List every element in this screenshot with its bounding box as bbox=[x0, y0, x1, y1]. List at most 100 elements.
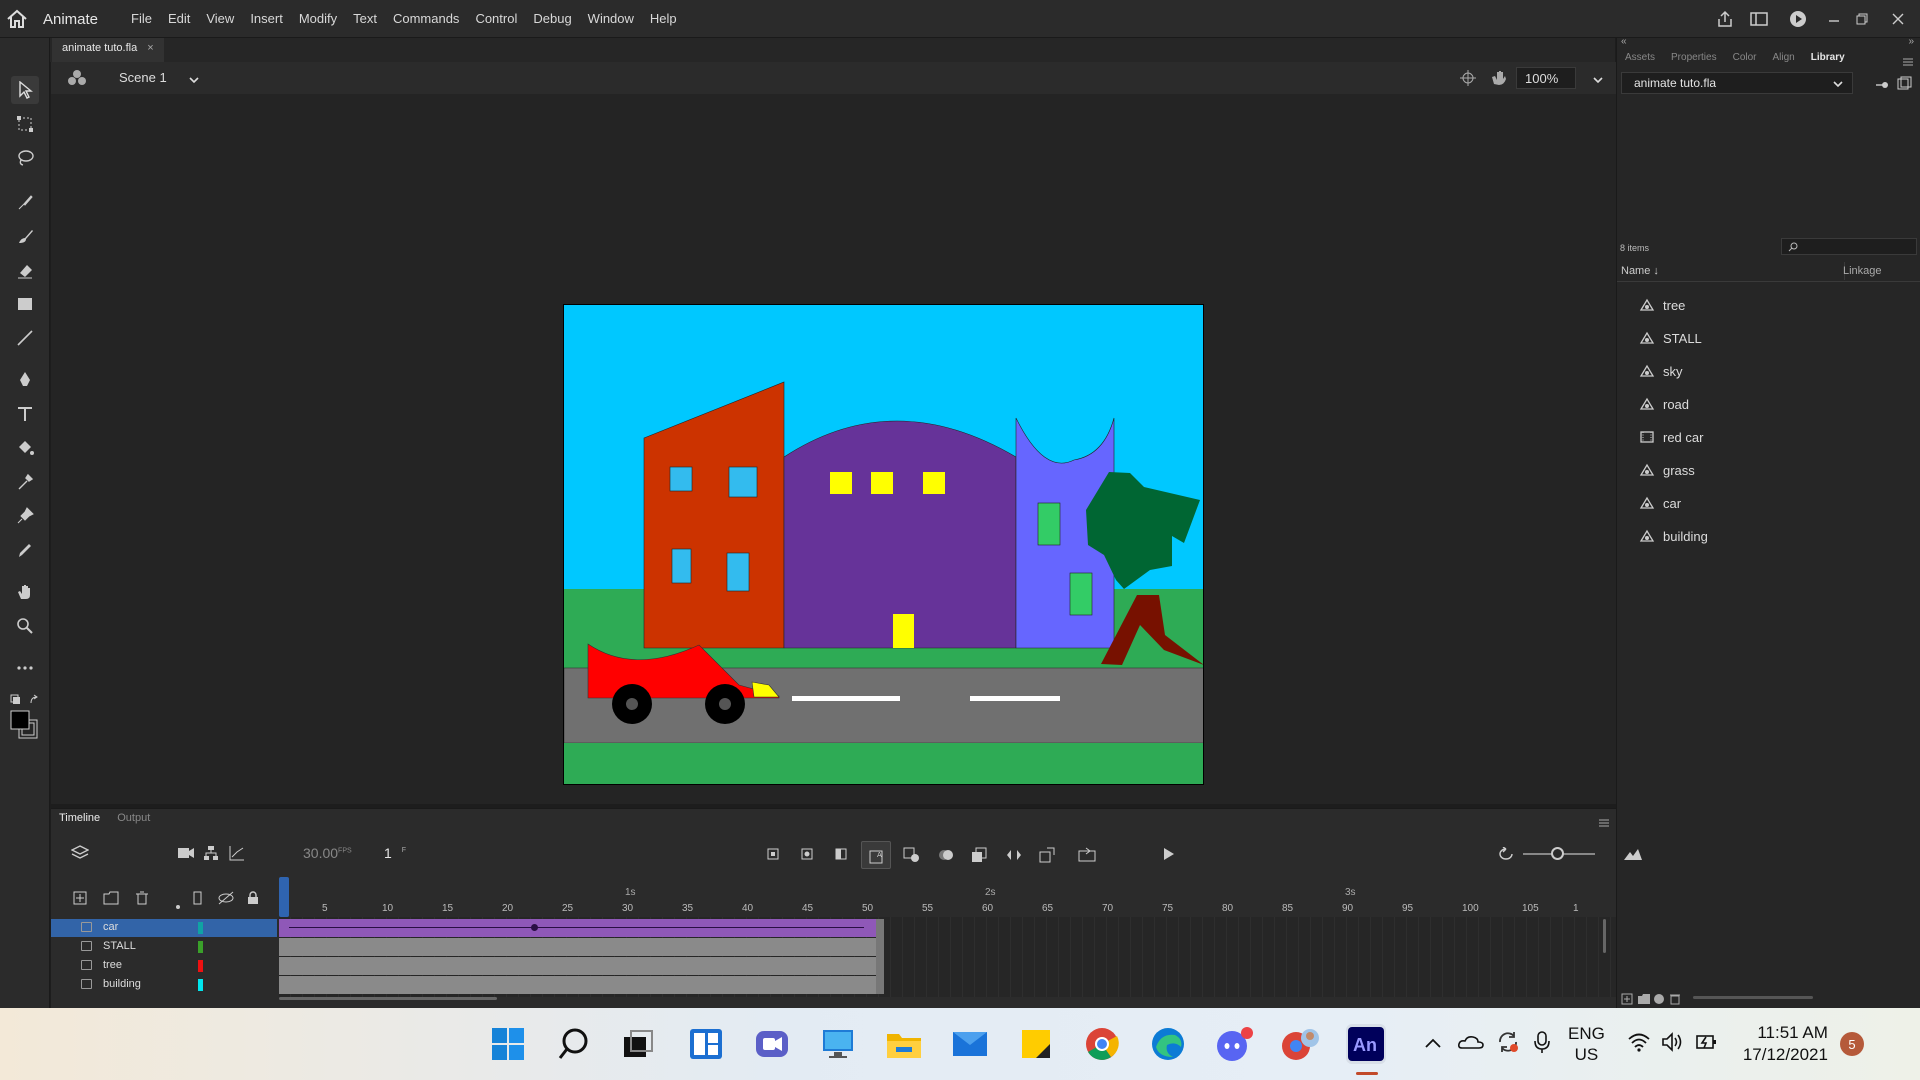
menu-commands[interactable]: Commands bbox=[385, 11, 467, 26]
workspace-icon[interactable] bbox=[1742, 0, 1776, 38]
test-movie-icon[interactable] bbox=[1776, 0, 1820, 38]
menu-insert[interactable]: Insert bbox=[242, 11, 291, 26]
frame-span-building[interactable] bbox=[279, 976, 876, 994]
library-item-sky[interactable]: sky bbox=[1639, 361, 1683, 381]
layer-color-swatch[interactable] bbox=[198, 960, 203, 972]
library-item-grass[interactable]: grass bbox=[1639, 460, 1695, 480]
language-indicator[interactable]: ENG US bbox=[1568, 1023, 1605, 1065]
menu-file[interactable]: File bbox=[123, 11, 160, 26]
restore-icon[interactable] bbox=[1848, 0, 1876, 38]
close-tab-icon[interactable]: × bbox=[147, 42, 153, 54]
tab-assets[interactable]: Assets bbox=[1617, 50, 1663, 70]
play-icon[interactable] bbox=[1162, 847, 1176, 866]
collapse-left-icon[interactable]: « bbox=[1621, 36, 1627, 47]
frame-zoom-knob[interactable] bbox=[1551, 847, 1564, 860]
home-icon[interactable] bbox=[6, 9, 28, 29]
library-item-building[interactable]: building bbox=[1639, 526, 1708, 546]
loop-icon[interactable] bbox=[1005, 847, 1023, 868]
menu-modify[interactable]: Modify bbox=[291, 11, 345, 26]
library-document-select[interactable]: animate tuto.fla bbox=[1621, 72, 1853, 94]
search-icon[interactable] bbox=[554, 1024, 594, 1064]
collapse-right-icon[interactable]: » bbox=[1908, 36, 1914, 47]
wifi-icon[interactable] bbox=[1627, 1032, 1651, 1057]
timeline-scrollbar[interactable] bbox=[279, 997, 497, 1000]
menu-help[interactable]: Help bbox=[642, 11, 685, 26]
mail-icon[interactable] bbox=[950, 1024, 990, 1064]
tab-color[interactable]: Color bbox=[1725, 50, 1765, 70]
hand-tool-icon[interactable] bbox=[11, 578, 39, 606]
battery-icon[interactable] bbox=[1695, 1032, 1719, 1057]
timeline-menu-icon[interactable] bbox=[1598, 815, 1610, 833]
library-item-road[interactable]: road bbox=[1639, 394, 1689, 414]
onedrive-icon[interactable] bbox=[1458, 1034, 1484, 1055]
hide-layers-icon[interactable] bbox=[217, 891, 235, 910]
layer-color-swatch[interactable] bbox=[198, 979, 203, 991]
layer-color-swatch[interactable] bbox=[198, 922, 203, 934]
new-folder-icon[interactable] bbox=[103, 891, 119, 910]
menu-debug[interactable]: Debug bbox=[525, 11, 579, 26]
clear-keyframe-icon[interactable] bbox=[903, 847, 921, 868]
paint-brush-tool-icon[interactable] bbox=[11, 222, 39, 250]
stroke-fill-swatch[interactable] bbox=[8, 708, 42, 742]
scene-name[interactable]: Scene 1 bbox=[119, 70, 167, 85]
zoom-tool-icon[interactable] bbox=[11, 612, 39, 640]
lasso-tool-icon[interactable] bbox=[11, 144, 39, 172]
teams-chat-icon[interactable] bbox=[752, 1024, 792, 1064]
auto-keyframe-icon[interactable]: A bbox=[861, 841, 891, 869]
current-frame[interactable]: 1F bbox=[384, 845, 406, 861]
menu-text[interactable]: Text bbox=[345, 11, 385, 26]
library-search-input[interactable] bbox=[1781, 238, 1917, 255]
frame-grid[interactable] bbox=[279, 917, 1616, 997]
rotate-stage-icon[interactable] bbox=[1490, 70, 1508, 91]
discord-icon[interactable] bbox=[1214, 1024, 1254, 1064]
chrome-icon[interactable] bbox=[1082, 1024, 1122, 1064]
zoom-input[interactable]: 100% bbox=[1516, 67, 1576, 89]
menu-window[interactable]: Window bbox=[580, 11, 642, 26]
close-window-icon[interactable] bbox=[1876, 0, 1920, 38]
tab-properties[interactable]: Properties bbox=[1663, 50, 1725, 70]
library-item-stall[interactable]: STALL bbox=[1639, 328, 1702, 348]
new-layer-icon[interactable] bbox=[73, 891, 87, 910]
fps-value[interactable]: 30.00FPS bbox=[303, 845, 352, 861]
library-scrollbar[interactable] bbox=[1693, 996, 1813, 999]
file-explorer-icon[interactable] bbox=[884, 1024, 924, 1064]
remote-desktop-icon[interactable] bbox=[818, 1024, 858, 1064]
menu-view[interactable]: View bbox=[198, 11, 242, 26]
pencil-tool-icon[interactable] bbox=[11, 536, 39, 564]
free-transform-tool-icon[interactable] bbox=[11, 110, 39, 138]
clock[interactable]: 11:51 AM 17/12/2021 bbox=[1743, 1022, 1828, 1066]
menu-edit[interactable]: Edit bbox=[160, 11, 198, 26]
onion-skin-icon[interactable] bbox=[937, 847, 955, 868]
animate-app-icon[interactable]: An bbox=[1346, 1024, 1386, 1064]
tab-library[interactable]: Library bbox=[1803, 50, 1853, 70]
keyframe-icon[interactable] bbox=[800, 847, 814, 866]
share-icon[interactable] bbox=[1708, 0, 1742, 38]
start-icon[interactable] bbox=[488, 1024, 528, 1064]
eyedropper-tool-icon[interactable] bbox=[11, 468, 39, 496]
rectangle-tool-icon[interactable] bbox=[11, 290, 39, 318]
more-tools-icon[interactable] bbox=[11, 654, 39, 682]
sync-icon[interactable] bbox=[1496, 1030, 1520, 1059]
column-name[interactable]: Name ↓ bbox=[1621, 265, 1659, 277]
menu-control[interactable]: Control bbox=[467, 11, 525, 26]
edit-multiple-frames-icon[interactable] bbox=[971, 847, 987, 868]
text-tool-icon[interactable] bbox=[11, 400, 39, 428]
chevron-down-icon[interactable] bbox=[188, 72, 200, 90]
tab-output[interactable]: Output bbox=[117, 812, 150, 824]
layers-icon[interactable] bbox=[70, 845, 90, 866]
widgets-icon[interactable] bbox=[686, 1024, 726, 1064]
panel-menu-icon[interactable] bbox=[1902, 54, 1914, 72]
center-frame-icon[interactable] bbox=[1497, 846, 1515, 866]
tab-timeline[interactable]: Timeline bbox=[59, 812, 100, 824]
layer-parenting-icon[interactable] bbox=[203, 845, 219, 866]
loop-playback-icon[interactable] bbox=[1078, 847, 1096, 868]
pen-tool-icon[interactable] bbox=[11, 366, 39, 394]
tab-align[interactable]: Align bbox=[1765, 50, 1803, 70]
new-library-icon[interactable] bbox=[1897, 76, 1913, 95]
pin-library-icon[interactable] bbox=[1875, 78, 1891, 96]
document-tab[interactable]: animate tuto.fla × bbox=[52, 38, 164, 62]
playhead[interactable] bbox=[279, 877, 289, 917]
highlight-layers-icon[interactable] bbox=[175, 897, 181, 915]
layer-row-tree[interactable]: tree bbox=[51, 957, 277, 975]
column-linkage[interactable]: Linkage bbox=[1843, 265, 1882, 277]
